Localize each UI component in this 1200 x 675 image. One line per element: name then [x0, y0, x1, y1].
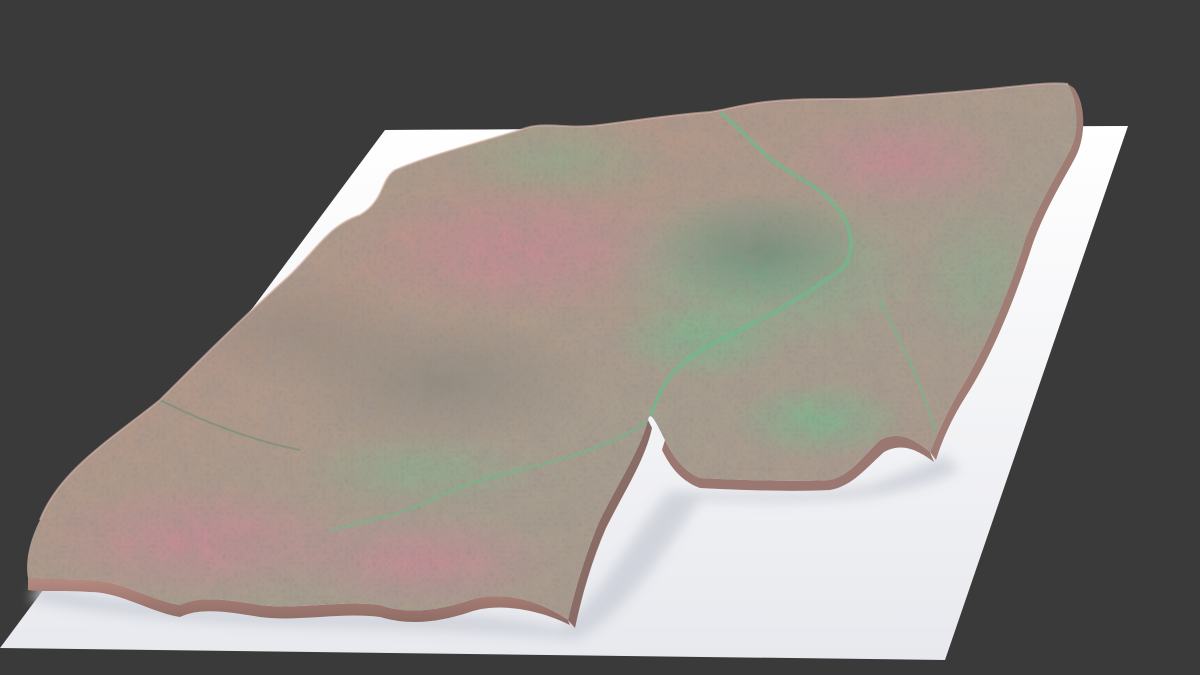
viewport-3d-terrain[interactable]	[0, 0, 1200, 675]
scene-svg	[0, 0, 1200, 675]
